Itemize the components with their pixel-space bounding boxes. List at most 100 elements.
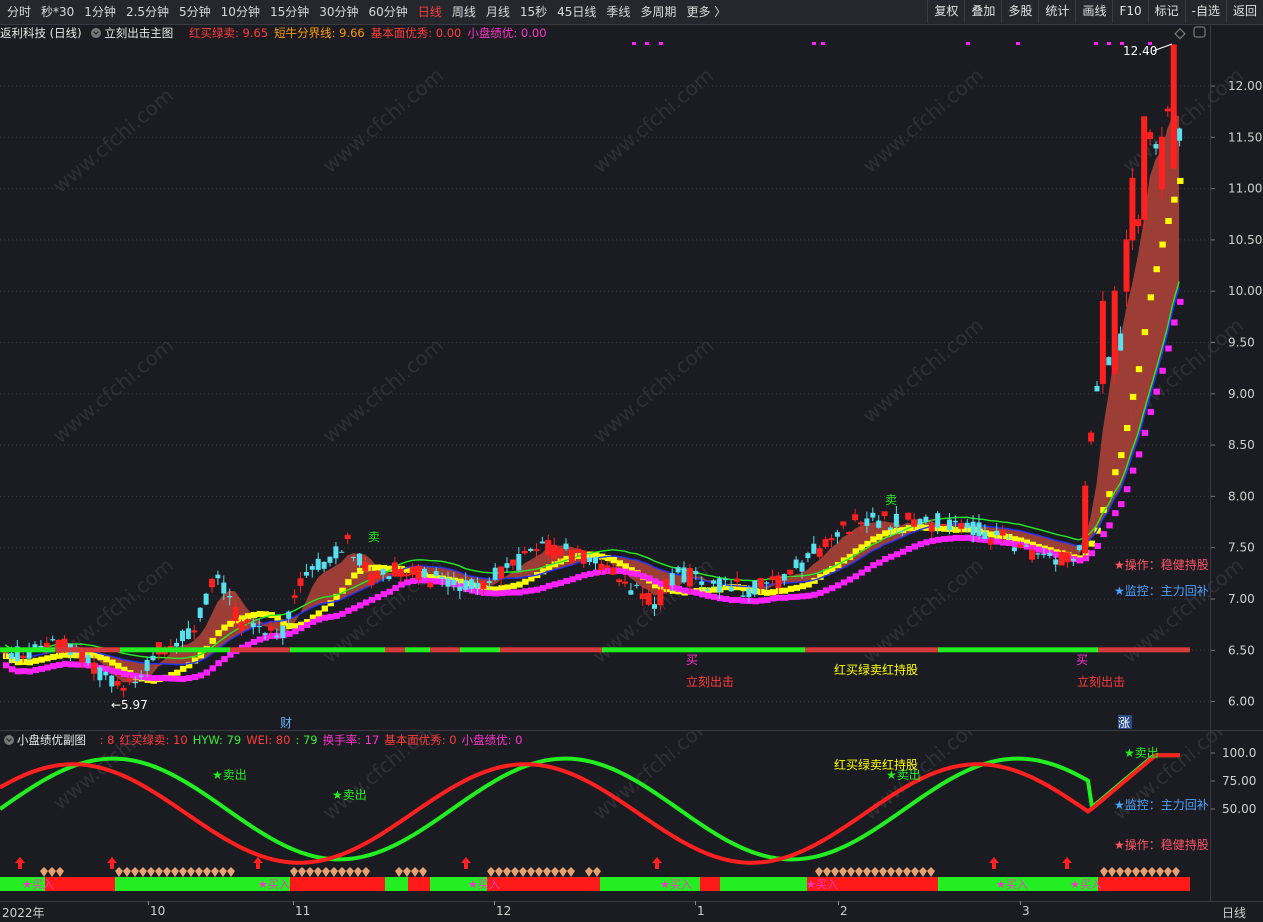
- tab-timeframe[interactable]: 更多 〉: [681, 0, 731, 24]
- candle-body[interactable]: [357, 553, 362, 566]
- candle-body[interactable]: [864, 518, 870, 526]
- candle-body[interactable]: [928, 524, 935, 532]
- circle-check-icon[interactable]: [4, 735, 14, 745]
- candle-body[interactable]: [610, 567, 617, 575]
- candle-body[interactable]: [533, 549, 540, 552]
- candle-body[interactable]: [675, 567, 681, 573]
- candle-body[interactable]: [587, 557, 593, 562]
- main-chart-canvas[interactable]: www.cfchi.com www.cfchi.com www.cfchi.com w…: [0, 24, 1263, 730]
- candle-body[interactable]: [982, 531, 988, 540]
- candle-body[interactable]: [935, 513, 941, 528]
- candle-body[interactable]: [1158, 136, 1165, 190]
- candle-body[interactable]: [705, 589, 711, 591]
- candle-body[interactable]: [757, 578, 764, 587]
- candle-body[interactable]: [686, 567, 693, 587]
- candle-body[interactable]: [699, 581, 705, 585]
- candle-body[interactable]: [85, 654, 91, 663]
- candle-body[interactable]: [917, 518, 923, 525]
- tab-timeframe[interactable]: 多周期: [635, 0, 681, 24]
- candle-body[interactable]: [563, 543, 569, 550]
- candle-body[interactable]: [409, 566, 416, 575]
- candle-body[interactable]: [1088, 432, 1095, 442]
- candle-body[interactable]: [1017, 544, 1024, 548]
- candle-body[interactable]: [551, 544, 558, 559]
- candle-body[interactable]: [1147, 132, 1154, 140]
- candle-body[interactable]: [1035, 553, 1041, 555]
- candle-body[interactable]: [97, 667, 103, 681]
- candle-body[interactable]: [976, 522, 982, 537]
- candle-body[interactable]: [114, 681, 121, 686]
- candle-body[interactable]: [840, 521, 847, 526]
- candle-body[interactable]: [711, 580, 716, 584]
- candle-body[interactable]: [297, 578, 304, 586]
- candle-body[interactable]: [822, 539, 829, 547]
- candle-body[interactable]: [881, 511, 888, 517]
- candle-body[interactable]: [905, 512, 912, 520]
- candle-body[interactable]: [103, 671, 109, 676]
- candle-body[interactable]: [1011, 547, 1017, 552]
- indicator-toggle[interactable]: 立刻出击主图: [91, 26, 179, 40]
- candle-body[interactable]: [734, 578, 741, 582]
- candle-body[interactable]: [126, 678, 133, 681]
- candle-body[interactable]: [180, 630, 185, 642]
- candle-body[interactable]: [397, 569, 404, 577]
- candle-body[interactable]: [403, 574, 410, 577]
- candle-body[interactable]: [604, 565, 611, 568]
- candle-body[interactable]: [1070, 558, 1076, 561]
- candle-body[interactable]: [893, 513, 899, 527]
- toolbar-button[interactable]: 画线: [1075, 0, 1112, 23]
- candle-body[interactable]: [947, 519, 952, 530]
- candle-body[interactable]: [144, 659, 150, 671]
- candle-body[interactable]: [215, 574, 221, 579]
- candle-body[interactable]: [1006, 537, 1011, 539]
- toolbar-button[interactable]: F10: [1112, 0, 1147, 23]
- candle-body[interactable]: [315, 558, 321, 570]
- tab-timeframe[interactable]: 季线: [601, 0, 635, 24]
- candle-body[interactable]: [8, 653, 14, 659]
- candle-body[interactable]: [781, 574, 787, 581]
- candle-body[interactable]: [327, 556, 333, 563]
- candle-body[interactable]: [415, 565, 422, 580]
- candle-body[interactable]: [799, 562, 805, 572]
- candle-body[interactable]: [775, 575, 782, 589]
- candle-body[interactable]: [344, 534, 351, 540]
- candle-body[interactable]: [657, 589, 664, 606]
- candle-body[interactable]: [852, 514, 859, 521]
- candle-body[interactable]: [427, 582, 434, 588]
- candle-body[interactable]: [250, 622, 256, 628]
- candle-body[interactable]: [805, 553, 811, 559]
- candle-body[interactable]: [509, 559, 516, 566]
- candle-body[interactable]: [1058, 551, 1065, 566]
- candle-body[interactable]: [521, 550, 528, 554]
- candle-body[interactable]: [339, 551, 345, 553]
- candle-body[interactable]: [1129, 177, 1136, 241]
- candle-body[interactable]: [1064, 552, 1071, 563]
- candle-body[interactable]: [870, 512, 876, 518]
- candle-body[interactable]: [528, 548, 534, 551]
- candle-body[interactable]: [469, 579, 475, 589]
- candle-body[interactable]: [1164, 108, 1171, 112]
- tab-timeframe[interactable]: 5分钟: [174, 0, 216, 24]
- candle-body[interactable]: [994, 530, 1000, 536]
- candle-body[interactable]: [622, 581, 628, 584]
- tab-timeframe[interactable]: 1分钟: [79, 0, 121, 24]
- candle-body[interactable]: [1047, 552, 1053, 556]
- tab-timeframe[interactable]: 30分钟: [314, 0, 363, 24]
- toolbar-button[interactable]: 返回: [1225, 0, 1263, 23]
- candle-body[interactable]: [433, 571, 439, 576]
- candle-body[interactable]: [1053, 559, 1059, 565]
- candle-body[interactable]: [1076, 545, 1082, 551]
- candle-body[interactable]: [504, 563, 510, 568]
- toolbar-button[interactable]: 叠加: [964, 0, 1001, 23]
- candle-body[interactable]: [333, 546, 339, 559]
- candle-body[interactable]: [752, 580, 758, 595]
- tab-timeframe[interactable]: 60分钟: [364, 0, 413, 24]
- candle-body[interactable]: [303, 571, 309, 576]
- candle-body[interactable]: [480, 581, 487, 589]
- candle-body[interactable]: [1135, 219, 1142, 227]
- candle-body[interactable]: [1099, 300, 1106, 385]
- candle-body[interactable]: [451, 579, 457, 585]
- sub-chart[interactable]: 100.0 75.00 50.00 www.cfchi.com www.cfchi.co…: [0, 700, 1263, 901]
- candle-body[interactable]: [286, 611, 292, 619]
- candle-body[interactable]: [268, 626, 274, 631]
